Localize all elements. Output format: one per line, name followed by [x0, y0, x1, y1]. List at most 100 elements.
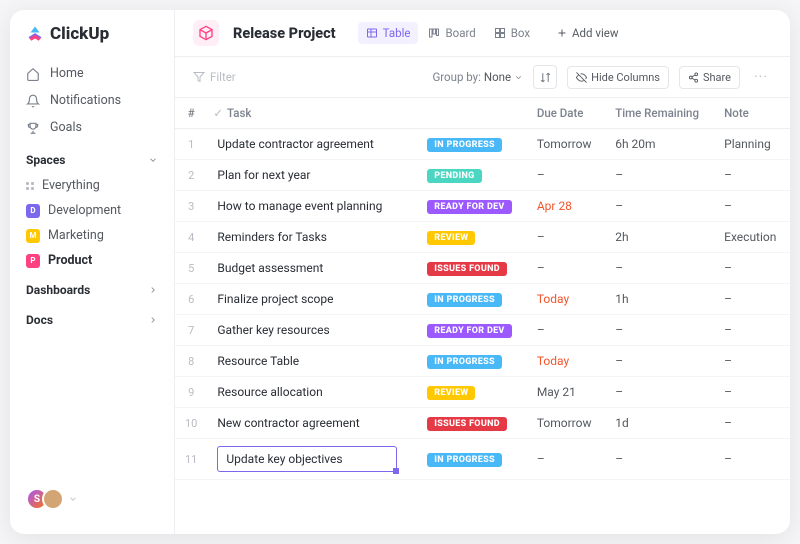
time-cell[interactable]: 6h 20m: [605, 129, 714, 160]
due-cell[interactable]: –: [527, 253, 605, 284]
due-cell[interactable]: Today: [527, 346, 605, 377]
time-cell[interactable]: –: [605, 439, 714, 480]
task-cell[interactable]: Plan for next year: [207, 160, 417, 191]
task-input[interactable]: Update key objectives: [217, 446, 397, 472]
brand-logo[interactable]: ClickUp: [10, 24, 174, 58]
status-cell[interactable]: REVIEW: [417, 222, 527, 253]
status-cell[interactable]: PENDING: [417, 160, 527, 191]
nav-home[interactable]: Home: [10, 60, 174, 87]
due-cell[interactable]: Tomorrow: [527, 129, 605, 160]
time-cell[interactable]: –: [605, 160, 714, 191]
col-note[interactable]: Note: [714, 98, 790, 129]
status-cell[interactable]: READY FOR DEV: [417, 191, 527, 222]
time-cell[interactable]: –: [605, 191, 714, 222]
docs-header[interactable]: Docs: [10, 303, 174, 333]
time-cell[interactable]: –: [605, 377, 714, 408]
note-cell[interactable]: –: [714, 439, 790, 480]
status-cell[interactable]: IN PROGRESS: [417, 284, 527, 315]
add-view-button[interactable]: Add view: [556, 26, 618, 40]
nav-goals[interactable]: Goals: [10, 114, 174, 141]
time-cell[interactable]: 2h: [605, 222, 714, 253]
due-cell[interactable]: Apr 28: [527, 191, 605, 222]
due-cell[interactable]: Tomorrow: [527, 408, 605, 439]
task-cell[interactable]: Resource allocation: [207, 377, 417, 408]
table-row[interactable]: 9 Resource allocation REVIEW May 21 – –: [175, 377, 790, 408]
task-cell[interactable]: New contractor agreement: [207, 408, 417, 439]
table-row[interactable]: 1 Update contractor agreement IN PROGRES…: [175, 129, 790, 160]
brand-name: ClickUp: [50, 24, 109, 44]
table-row[interactable]: 6 Finalize project scope IN PROGRESS Tod…: [175, 284, 790, 315]
time-cell[interactable]: 1h: [605, 284, 714, 315]
table-row[interactable]: 11 Update key objectives IN PROGRESS – –…: [175, 439, 790, 480]
time-cell[interactable]: –: [605, 253, 714, 284]
status-cell[interactable]: REVIEW: [417, 377, 527, 408]
col-num[interactable]: #: [175, 98, 207, 129]
spaces-header[interactable]: Spaces: [10, 143, 174, 173]
filter-button[interactable]: Filter: [193, 70, 236, 84]
due-cell[interactable]: –: [527, 160, 605, 191]
note-cell[interactable]: Execution: [714, 222, 790, 253]
task-cell[interactable]: Update key objectives: [207, 439, 417, 480]
due-cell[interactable]: –: [527, 439, 605, 480]
note-cell[interactable]: –: [714, 284, 790, 315]
note-cell[interactable]: –: [714, 377, 790, 408]
col-status[interactable]: [417, 98, 527, 129]
task-cell[interactable]: How to manage event planning: [207, 191, 417, 222]
dashboards-header[interactable]: Dashboards: [10, 273, 174, 303]
table-row[interactable]: 10 New contractor agreement ISSUES FOUND…: [175, 408, 790, 439]
sort-button[interactable]: [533, 65, 557, 89]
topbar: Release Project Table Board Box Add view: [175, 10, 790, 57]
due-cell[interactable]: Today: [527, 284, 605, 315]
status-cell[interactable]: IN PROGRESS: [417, 346, 527, 377]
note-cell[interactable]: Planning: [714, 129, 790, 160]
share-button[interactable]: Share: [679, 66, 740, 89]
space-item[interactable]: PProduct: [10, 248, 174, 273]
hide-columns-button[interactable]: Hide Columns: [567, 66, 669, 89]
status-cell[interactable]: ISSUES FOUND: [417, 253, 527, 284]
view-tab-label: Board: [445, 26, 475, 40]
chevron-down-icon[interactable]: [68, 494, 78, 504]
table-row[interactable]: 7 Gather key resources READY FOR DEV – –…: [175, 315, 790, 346]
note-cell[interactable]: –: [714, 346, 790, 377]
note-cell[interactable]: –: [714, 160, 790, 191]
more-button[interactable]: ···: [750, 69, 772, 85]
group-by[interactable]: Group by: None: [432, 70, 523, 84]
table-row[interactable]: 8 Resource Table IN PROGRESS Today – –: [175, 346, 790, 377]
col-time[interactable]: Time Remaining: [605, 98, 714, 129]
col-due[interactable]: Due Date: [527, 98, 605, 129]
table-row[interactable]: 2 Plan for next year PENDING – – –: [175, 160, 790, 191]
time-cell[interactable]: 1d: [605, 408, 714, 439]
task-cell[interactable]: Finalize project scope: [207, 284, 417, 315]
time-cell[interactable]: –: [605, 346, 714, 377]
task-cell[interactable]: Gather key resources: [207, 315, 417, 346]
table-row[interactable]: 3 How to manage event planning READY FOR…: [175, 191, 790, 222]
nav-notifications[interactable]: Notifications: [10, 87, 174, 114]
space-item[interactable]: MMarketing: [10, 223, 174, 248]
view-tab-board[interactable]: Board: [420, 22, 483, 44]
due-cell[interactable]: –: [527, 315, 605, 346]
task-cell[interactable]: Budget assessment: [207, 253, 417, 284]
due-cell[interactable]: –: [527, 222, 605, 253]
due-cell[interactable]: May 21: [527, 377, 605, 408]
note-cell[interactable]: –: [714, 408, 790, 439]
task-cell[interactable]: Reminders for Tasks: [207, 222, 417, 253]
avatar-stack[interactable]: S: [26, 488, 64, 510]
space-everything[interactable]: Everything: [10, 173, 174, 198]
space-item[interactable]: DDevelopment: [10, 198, 174, 223]
task-cell[interactable]: Resource Table: [207, 346, 417, 377]
note-cell[interactable]: –: [714, 315, 790, 346]
status-cell[interactable]: READY FOR DEV: [417, 315, 527, 346]
view-tab-box[interactable]: Box: [486, 22, 538, 44]
status-cell[interactable]: IN PROGRESS: [417, 129, 527, 160]
note-cell[interactable]: –: [714, 253, 790, 284]
table-row[interactable]: 4 Reminders for Tasks REVIEW – 2h Execut…: [175, 222, 790, 253]
time-cell[interactable]: –: [605, 315, 714, 346]
status-pill: IN PROGRESS: [427, 138, 502, 152]
status-cell[interactable]: IN PROGRESS: [417, 439, 527, 480]
task-cell[interactable]: Update contractor agreement: [207, 129, 417, 160]
view-tab-table[interactable]: Table: [358, 22, 419, 44]
note-cell[interactable]: –: [714, 191, 790, 222]
col-task[interactable]: ✓Task: [207, 98, 417, 129]
table-row[interactable]: 5 Budget assessment ISSUES FOUND – – –: [175, 253, 790, 284]
status-cell[interactable]: ISSUES FOUND: [417, 408, 527, 439]
